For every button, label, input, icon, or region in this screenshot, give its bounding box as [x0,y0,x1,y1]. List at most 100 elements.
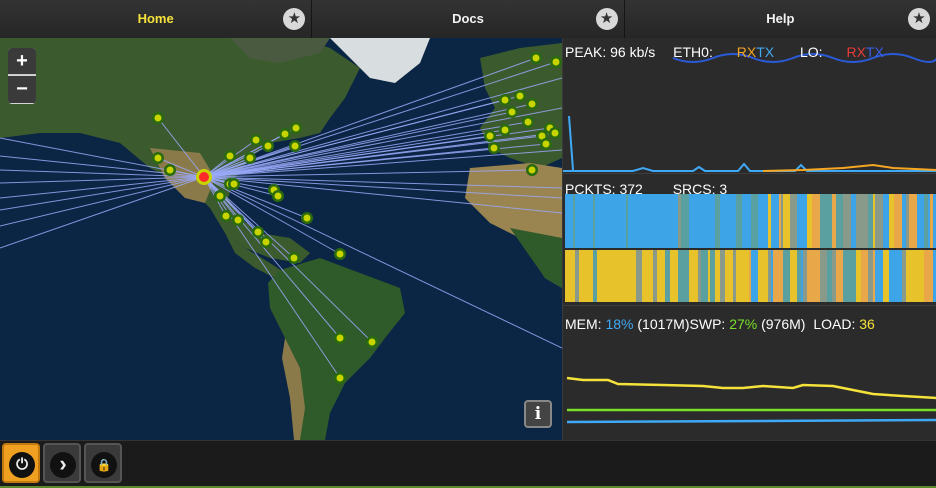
heat-cell [924,250,928,302]
heat-cell [797,194,801,248]
connection-node[interactable] [292,124,300,132]
heat-cell [708,194,710,248]
heat-cell [894,194,902,248]
connection-node[interactable] [230,180,238,188]
connection-node[interactable] [552,58,560,66]
mem-detail: (1017M) [637,316,690,332]
heat-cell [698,250,701,302]
connection-node[interactable] [486,132,494,140]
connection-node[interactable] [154,114,162,122]
heat-cell [758,194,763,248]
connection-node[interactable] [166,166,174,174]
connection-node[interactable] [216,192,224,200]
connection-node[interactable] [252,136,260,144]
heat-cell [606,250,614,302]
heat-cell [689,250,696,302]
connection-node[interactable] [501,126,509,134]
heat-cell [575,250,579,302]
heat-cell [628,250,636,302]
heat-cell [657,194,665,248]
heat-cell [924,194,928,248]
connection-node[interactable] [222,212,230,220]
power-button[interactable]: ⏻ [2,443,40,483]
tab-home[interactable]: Home ★ [0,0,313,38]
heat-cell [820,194,822,248]
heat-cell [763,250,768,302]
star-icon[interactable]: ★ [283,8,306,30]
heat-cell [597,194,600,248]
connection-node[interactable] [154,154,162,162]
heat-cell [733,194,736,248]
tab-help[interactable]: Help ★ [624,0,936,38]
connection-node[interactable] [528,166,536,174]
connection-node[interactable] [303,214,311,222]
zoom-control: + − [8,48,36,104]
connection-node[interactable] [516,92,524,100]
connection-node[interactable] [336,250,344,258]
star-icon[interactable]: ★ [907,8,930,30]
origin-node[interactable] [199,172,209,182]
world-map[interactable]: + − i [0,38,562,440]
info-button[interactable]: i [524,400,552,428]
tab-docs[interactable]: Docs ★ [312,0,625,38]
connection-node[interactable] [290,254,298,262]
connection-node[interactable] [501,96,509,104]
connection-node[interactable] [264,142,272,150]
connection-node[interactable] [336,374,344,382]
connection-node[interactable] [528,100,536,108]
connection-node[interactable] [274,192,282,200]
zoom-out-button[interactable]: − [8,76,36,103]
connection-node[interactable] [262,238,270,246]
chevron-right-icon: › [50,452,76,478]
connection-node[interactable] [490,144,498,152]
lock-button[interactable]: 🔒 [84,443,122,483]
heat-cell [843,250,851,302]
heat-cell [657,250,665,302]
connection-node[interactable] [226,152,234,160]
heat-cell [736,250,742,302]
heat-cell [575,194,579,248]
heat-cell [626,250,628,302]
heat-cell [909,194,917,248]
heat-cell [600,250,606,302]
heat-cell [883,250,889,302]
connection-node[interactable] [551,129,559,137]
heat-cell [801,250,803,302]
heat-cell [889,194,894,248]
connection-node[interactable] [246,154,254,162]
next-button[interactable]: › [43,443,81,483]
heat-cell [771,194,773,248]
connection-node[interactable] [542,140,550,148]
heat-cell [868,194,873,248]
heat-cell [856,250,861,302]
heat-cell [675,194,678,248]
connection-node[interactable] [281,130,289,138]
heat-cell [843,194,851,248]
zoom-in-button[interactable]: + [8,48,36,75]
heat-cell [720,250,725,302]
connection-node[interactable] [532,54,540,62]
network-header: PEAK: 96 kb/s ETH0: RXTX LO: RXTX [565,44,884,60]
system-panel: MEM: 18% (1017M)SWP: 27% (976M) LOAD: 36 [563,306,936,440]
connection-node[interactable] [368,338,376,346]
heat-cell [909,250,917,302]
connection-node[interactable] [254,228,262,236]
connection-node[interactable] [234,216,242,224]
heat-cell [570,250,573,302]
heat-cell [779,194,781,248]
system-header: MEM: 18% (1017M)SWP: 27% (976M) LOAD: 36 [565,316,875,332]
heat-cell [906,194,909,248]
connection-node[interactable] [291,142,299,150]
srcs-label: SRCS: [672,181,716,197]
heat-cell [715,194,720,248]
connection-node[interactable] [336,334,344,342]
star-icon[interactable]: ★ [595,8,618,30]
heat-cell [902,250,906,302]
heat-cell [749,194,751,248]
heat-cell [742,250,749,302]
connection-node[interactable] [524,118,532,126]
pckts-value: 372 [619,181,643,197]
heat-cell [600,194,606,248]
heat-cell [585,250,588,302]
connection-node[interactable] [508,108,516,116]
